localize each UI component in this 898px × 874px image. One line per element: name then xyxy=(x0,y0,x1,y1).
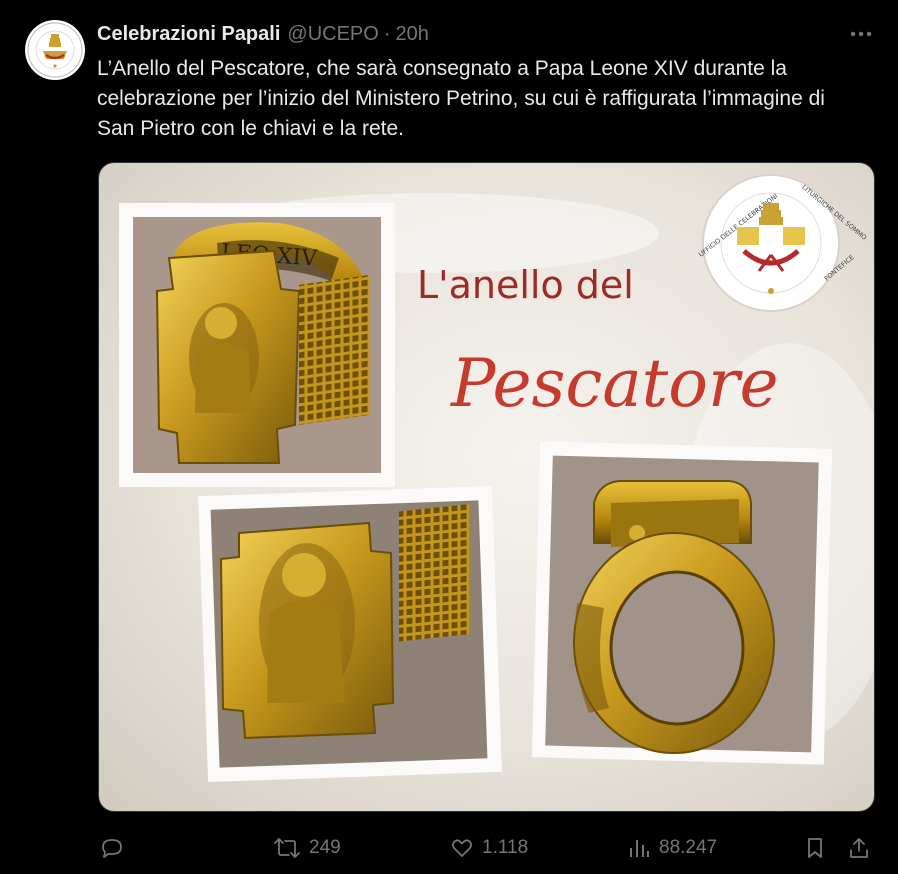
like-button[interactable]: 1.118 xyxy=(450,826,528,870)
share-button[interactable] xyxy=(847,826,871,870)
tweet-media[interactable]: LEO XIV L'anello del Pescatore UFFICIO D… xyxy=(98,162,875,812)
like-count: 1.118 xyxy=(482,837,529,858)
author-handle[interactable]: @UCEPO xyxy=(287,23,378,46)
timestamp[interactable]: 20h xyxy=(396,23,429,46)
media-title-line2: Pescatore xyxy=(450,345,779,422)
author-name[interactable]: Celebrazioni Papali xyxy=(97,23,280,46)
share-icon xyxy=(850,838,868,858)
repost-icon xyxy=(274,838,300,858)
heart-icon xyxy=(451,839,473,857)
reply-button[interactable] xyxy=(100,826,132,870)
avatar[interactable] xyxy=(25,20,85,80)
ring-photo-1: LEO XIV xyxy=(119,203,395,487)
views-button[interactable]: 88.247 xyxy=(627,826,717,870)
ring-photo-2 xyxy=(198,485,502,783)
seal-logo xyxy=(27,22,83,78)
tweet-text: L’Anello del Pescatore, che sarà consegn… xyxy=(97,57,825,140)
more-button[interactable] xyxy=(847,22,875,46)
views-icon xyxy=(630,840,649,857)
tweet-header: Celebrazioni Papali @UCEPO · 20h xyxy=(97,20,429,48)
media-title-line1: L'anello del xyxy=(417,263,634,307)
media-image: LEO XIV L'anello del Pescatore UFFICIO D… xyxy=(99,163,874,811)
action-bar: 249 1.118 88.247 xyxy=(0,826,898,870)
bookmark-button[interactable] xyxy=(803,826,827,870)
bookmark-icon xyxy=(808,838,822,858)
separator: · xyxy=(383,22,391,45)
reply-icon xyxy=(102,839,122,858)
views-count: 88.247 xyxy=(659,837,718,858)
repost-count: 249 xyxy=(309,837,341,858)
ring-photo-3 xyxy=(531,441,833,765)
repost-button[interactable]: 249 xyxy=(273,826,341,870)
more-icon xyxy=(850,31,872,37)
